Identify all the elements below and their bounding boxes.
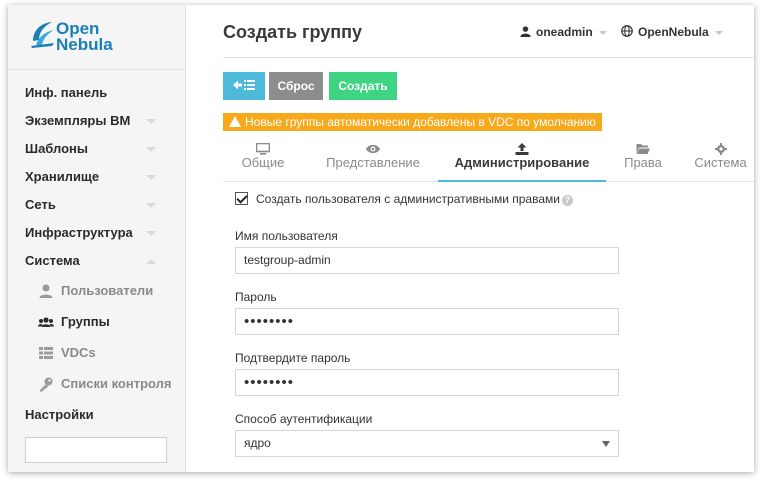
sidebar: Open Nebula Инф. панель Экземпляры ВМ Ша… (8, 5, 186, 472)
sidebar-subitem-label: Группы (61, 314, 110, 329)
sidebar-subitem-users[interactable]: Пользователи (8, 275, 186, 306)
tab-view[interactable]: Представление (313, 137, 433, 182)
sidebar-subitem-groups[interactable]: Группы (8, 306, 186, 337)
tab-label: Общие (241, 155, 285, 170)
table-icon (39, 347, 53, 359)
user-name: oneadmin (536, 25, 593, 39)
warning-text: Новые группы автоматически добавлены в V… (245, 115, 596, 129)
tab-system[interactable]: Система (683, 137, 754, 182)
create-button[interactable]: Создать (329, 72, 397, 100)
sidebar-subitem-label: Пользователи (61, 283, 154, 298)
user-icon (520, 26, 531, 37)
tab-label: Представление (326, 155, 420, 170)
zone-menu[interactable]: OpenNebula (621, 25, 723, 39)
password-input[interactable]: •••••••• (235, 308, 619, 335)
tab-general[interactable]: Общие (223, 137, 303, 182)
sidebar-item-vms[interactable]: Экземпляры ВМ (8, 107, 186, 135)
sidebar-nav: Инф. панель Экземпляры ВМ Шаблоны Хранил… (8, 79, 186, 399)
sidebar-search-input[interactable] (25, 437, 167, 463)
app-window: Open Nebula Инф. панель Экземпляры ВМ Ша… (8, 5, 754, 472)
chevron-down-icon (146, 203, 156, 208)
sidebar-subitem-vdcs[interactable]: VDCs (8, 337, 186, 368)
sidebar-item-label: Инфраструктура (25, 225, 133, 240)
sidebar-divider (8, 69, 186, 70)
create-admin-row: Создать пользователя с административными… (235, 192, 573, 206)
logo-text: Open Nebula (56, 20, 113, 54)
sidebar-subitem-label: VDCs (61, 345, 96, 360)
create-admin-label: Создать пользователя с административными… (256, 192, 560, 206)
tab-administration[interactable]: Администрирование (438, 137, 606, 182)
sidebar-item-label: Система (25, 253, 80, 268)
caret-down-icon (714, 30, 723, 35)
page-title: Создать группу (223, 22, 363, 42)
logo-icon (31, 22, 54, 48)
sidebar-item-storage[interactable]: Хранилище (8, 163, 186, 191)
chevron-down-icon (146, 147, 156, 152)
back-list-icon (233, 80, 255, 90)
username-input[interactable]: testgroup-admin (235, 247, 619, 274)
sidebar-item-templates[interactable]: Шаблоны (8, 135, 186, 163)
opennebula-logo[interactable]: Open Nebula (30, 19, 150, 59)
sidebar-item-label: Инф. панель (25, 85, 108, 100)
zone-name: OpenNebula (638, 25, 709, 39)
user-icon (39, 284, 53, 298)
tab-permissions[interactable]: Права (608, 137, 678, 182)
user-menu[interactable]: oneadmin (520, 25, 607, 39)
eye-icon (366, 144, 380, 154)
help-icon[interactable]: ? (561, 195, 573, 206)
main-content: Создать группу oneadmin OpenNebula Сброс… (186, 5, 754, 472)
header-divider (223, 57, 754, 58)
logo-line2: Nebula (56, 35, 113, 54)
confirm-password-label: Подтвердите пароль (235, 351, 351, 365)
chevron-down-icon (146, 231, 156, 236)
warning-icon (229, 116, 241, 127)
back-to-list-button[interactable] (223, 72, 265, 100)
tab-bar: Общие Представление Администрирование Пр… (223, 137, 754, 182)
sidebar-item-label: Экземпляры ВМ (25, 113, 131, 128)
tab-label: Система (694, 155, 747, 170)
chevron-down-icon (146, 119, 156, 124)
auth-method-value: ядро (244, 436, 271, 450)
confirm-password-input[interactable]: •••••••• (235, 369, 619, 396)
sidebar-item-network[interactable]: Сеть (8, 191, 186, 219)
password-label: Пароль (235, 290, 277, 304)
folder-open-icon (636, 144, 650, 154)
chevron-up-icon (146, 259, 156, 264)
reset-button[interactable]: Сброс (269, 72, 323, 100)
tab-label: Администрирование (454, 155, 590, 170)
upload-icon (515, 143, 529, 155)
sidebar-item-label: Шаблоны (25, 141, 88, 156)
tab-label: Права (624, 155, 662, 170)
caret-down-icon (602, 441, 610, 447)
chevron-down-icon (146, 175, 156, 180)
sidebar-item-settings[interactable]: Настройки (25, 407, 94, 422)
sidebar-subitem-acl[interactable]: Списки контроля (8, 368, 186, 399)
sidebar-item-infrastructure[interactable]: Инфраструктура (8, 219, 186, 247)
gear-icon (714, 143, 727, 155)
sidebar-subitem-label: Списки контроля (61, 376, 172, 391)
warning-banner: Новые группы автоматически добавлены в V… (223, 113, 602, 131)
sidebar-item-dashboard[interactable]: Инф. панель (8, 79, 186, 107)
username-label: Имя пользователя (235, 229, 338, 243)
auth-method-label: Способ аутентификации (235, 412, 373, 426)
caret-down-icon (598, 30, 607, 35)
globe-icon (621, 25, 633, 37)
users-icon (38, 317, 54, 327)
sidebar-item-label: Хранилище (25, 169, 100, 184)
sidebar-item-label: Сеть (25, 197, 56, 212)
auth-method-select[interactable]: ядро (235, 430, 619, 457)
sidebar-item-system[interactable]: Система (8, 247, 186, 275)
create-admin-checkbox[interactable] (235, 192, 248, 205)
desktop-icon (256, 143, 270, 155)
key-icon (40, 377, 53, 392)
